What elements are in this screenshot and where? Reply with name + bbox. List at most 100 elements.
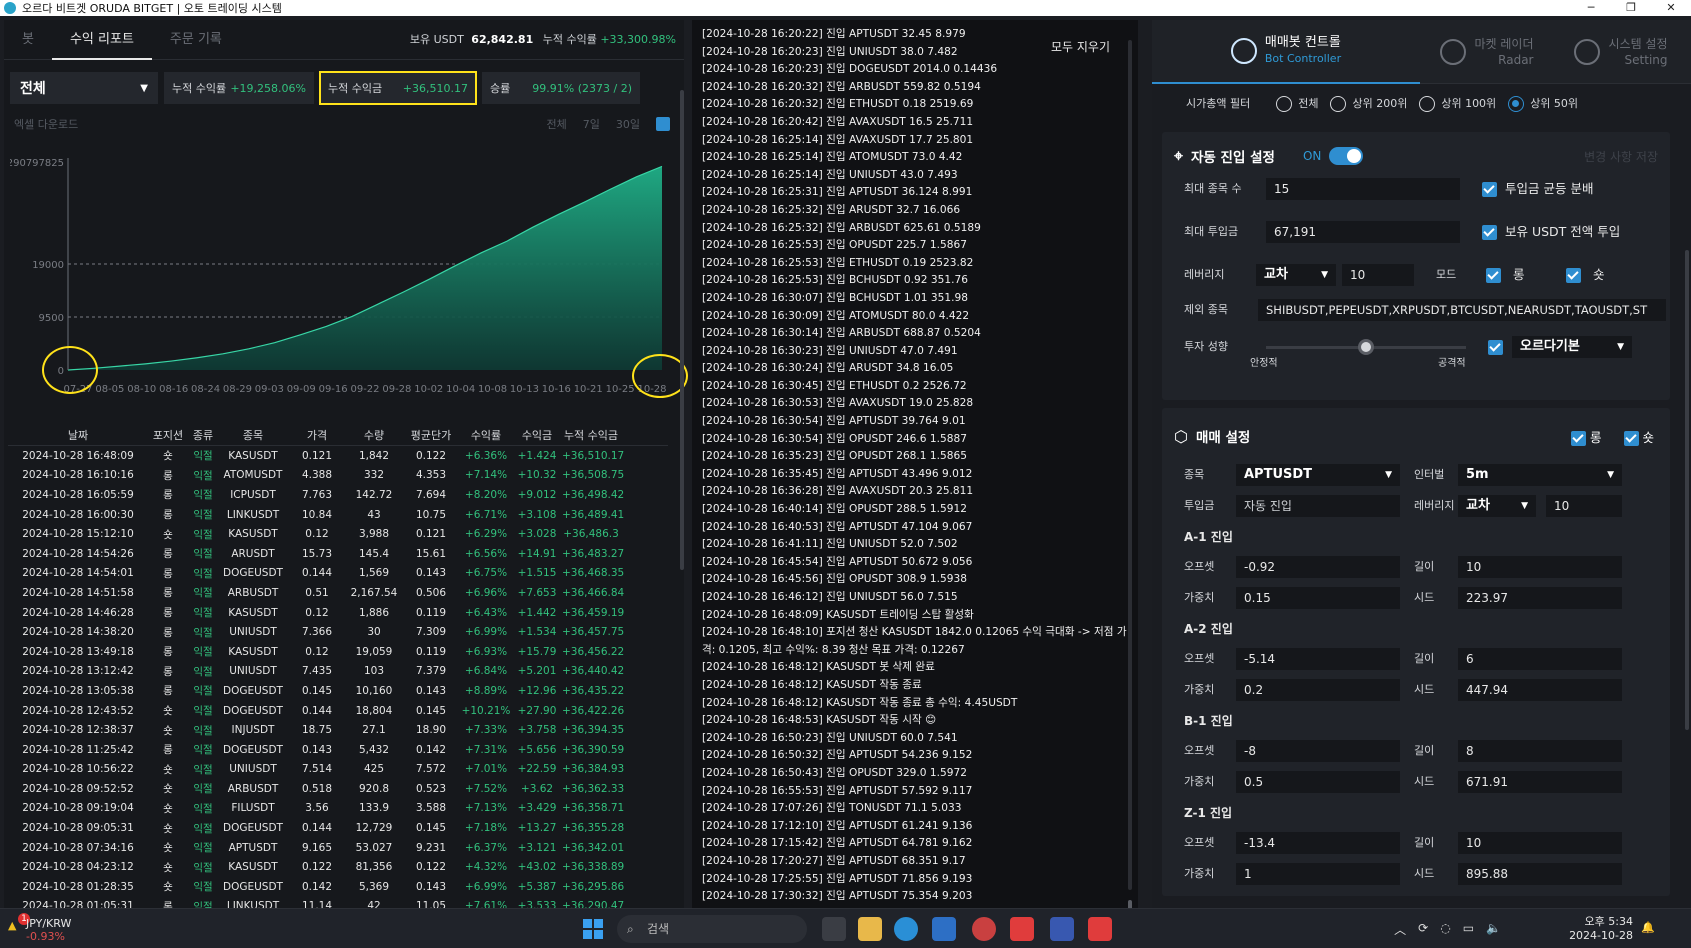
nav-bot-controller[interactable]: 매매봇 컨트롤 Bot Controller	[1152, 20, 1420, 84]
trade-leverage-mode-select[interactable]: 교차 ▼	[1458, 495, 1536, 517]
preset-checkbox[interactable]	[1488, 340, 1503, 355]
column-header[interactable]: 종목	[218, 427, 288, 443]
sync-icon[interactable]: ⟳	[1418, 921, 1428, 938]
app-icon[interactable]	[972, 917, 996, 941]
weight-seed-input-2[interactable]: 447.94	[1458, 679, 1622, 701]
table-row[interactable]: 2024-10-28 14:54:01 롱 익절 DOGEUSDT 0.144 1,569…	[8, 564, 668, 584]
table-row[interactable]: 2024-10-28 07:34:16 숏 익절 APTUSDT 9.165 53.027…	[8, 838, 668, 858]
table-row[interactable]: 2024-10-28 16:05:59 롱 익절 ICPUSDT 7.763 142.72…	[8, 485, 668, 505]
trade-short-checkbox[interactable]: 숏	[1623, 427, 1654, 446]
weight-seed-input[interactable]: 0.15	[1236, 587, 1400, 609]
calendar-icon[interactable]	[656, 117, 670, 131]
windows-start-icon[interactable]	[583, 919, 603, 939]
trading-app-icon[interactable]	[1088, 917, 1112, 941]
exclude-input[interactable]: SHIBUSDT,PEPEUSDT,XRPUSDT,BTCUSDT,NEARUS…	[1258, 299, 1666, 321]
even-split-checkbox[interactable]: 투입금 균등 분배	[1482, 174, 1593, 204]
max-items-input[interactable]: 15	[1266, 178, 1460, 200]
table-row[interactable]: 2024-10-28 09:19:04 숏 익절 FILUSDT 3.56 133.9 3.…	[8, 799, 668, 819]
column-header[interactable]: 수량	[346, 427, 402, 443]
table-row[interactable]: 2024-10-28 15:12:10 숏 익절 KASUSDT 0.12 3,988 0.…	[8, 524, 668, 544]
table-row[interactable]: 2024-10-28 12:38:37 숏 익절 INJUSDT 18.75 27.1 18…	[8, 720, 668, 740]
settings-scrollbar[interactable]	[1685, 250, 1689, 730]
clock[interactable]: 오후 5:34 2024-10-28	[1569, 915, 1633, 943]
filter-option-top50[interactable]: 상위 50위	[1508, 95, 1578, 112]
weight-seed-input-2[interactable]: 895.88	[1458, 863, 1622, 885]
table-row[interactable]: 2024-10-28 14:46:28 롱 익절 KASUSDT 0.12 1,886 0.…	[8, 603, 668, 623]
table-row[interactable]: 2024-10-28 01:28:35 숏 익절 DOGEUSDT 0.142 5,369…	[8, 877, 668, 897]
filter-option-top100[interactable]: 상위 100위	[1419, 95, 1496, 112]
file-explorer-icon[interactable]	[858, 917, 882, 941]
taskbar-search[interactable]: ⌕ 검색	[617, 915, 807, 943]
tab-profit-report[interactable]: 수익 리포트	[51, 20, 152, 60]
table-row[interactable]: 2024-10-28 10:56:22 숏 익절 UNIUSDT 7.514 425 7.5…	[8, 760, 668, 780]
log-scrollbar[interactable]	[1128, 40, 1132, 890]
excel-download-link[interactable]: 엑셀 다운로드	[14, 118, 78, 131]
tab-order-history[interactable]: 주문 기록	[152, 20, 240, 60]
table-row[interactable]: 2024-10-28 14:51:58 롱 익절 ARBUSDT 0.51 2,167.5…	[8, 583, 668, 603]
column-header[interactable]: 수익률	[460, 427, 512, 443]
maximize-icon[interactable]: ❐	[1611, 0, 1651, 16]
trade-leverage-value-input[interactable]: 10	[1546, 495, 1622, 517]
table-row[interactable]: 2024-10-28 16:10:16 롱 익절 ATOMUSDT 4.388 332 4.…	[8, 466, 668, 486]
weight-seed-input-2[interactable]: 223.97	[1458, 587, 1622, 609]
offset-length-input[interactable]: -0.92	[1236, 556, 1400, 578]
symbol-filter-dropdown[interactable]: 전체 ▼	[10, 72, 158, 104]
table-row[interactable]: 2024-10-28 11:25:42 롱 익절 DOGEUSDT 0.143 5,432…	[8, 740, 668, 760]
nav-setting[interactable]: 시스템 설정 Setting	[1554, 20, 1688, 84]
ticker-widget[interactable]: JPY/KRW -0.93%	[26, 917, 71, 943]
edge-browser-icon[interactable]	[894, 917, 918, 941]
column-header[interactable]: 평균단가	[402, 427, 460, 443]
table-row[interactable]: 2024-10-28 13:49:18 롱 익절 KASUSDT 0.12 19,059 0…	[8, 642, 668, 662]
table-row[interactable]: 2024-10-28 09:52:52 숏 익절 ARBUSDT 0.518 920.8 0…	[8, 779, 668, 799]
offset-length-input-2[interactable]: 8	[1458, 740, 1622, 762]
offset-length-input-2[interactable]: 6	[1458, 648, 1622, 670]
column-header[interactable]: 수익금	[512, 427, 562, 443]
table-row[interactable]: 2024-10-28 14:54:26 롱 익절 ARUSDT 15.73 145.4 15…	[8, 544, 668, 564]
display-icon[interactable]: ▭	[1463, 921, 1474, 938]
trading-app-icon[interactable]	[1010, 917, 1034, 941]
short-checkbox[interactable]: 숏	[1566, 260, 1605, 290]
close-icon[interactable]: ✕	[1651, 0, 1691, 16]
offset-length-input[interactable]: -13.4	[1236, 832, 1400, 854]
symbol-select[interactable]: APTUSDT ▼	[1236, 464, 1400, 486]
nav-radar[interactable]: 마켓 레이더 Radar	[1420, 20, 1554, 84]
offset-length-input[interactable]: -5.14	[1236, 648, 1400, 670]
minimize-icon[interactable]: ─	[1571, 0, 1611, 16]
offset-length-input-2[interactable]: 10	[1458, 556, 1622, 578]
offset-length-input[interactable]: -8	[1236, 740, 1400, 762]
table-row[interactable]: 2024-10-28 12:43:52 숏 익절 DOGEUSDT 0.144 18,80…	[8, 701, 668, 721]
volume-icon[interactable]: 🔈	[1486, 921, 1501, 938]
interval-select[interactable]: 5m ▼	[1458, 464, 1622, 486]
tendency-slider-knob[interactable]	[1358, 339, 1374, 355]
weight-seed-input[interactable]: 0.2	[1236, 679, 1400, 701]
bell-icon[interactable]: 🔔	[1641, 921, 1655, 934]
invest-input[interactable]: 자동 진입	[1236, 495, 1400, 517]
weight-seed-input[interactable]: 0.5	[1236, 771, 1400, 793]
leverage-value-input[interactable]: 10	[1342, 264, 1414, 286]
table-row[interactable]: 2024-10-28 09:05:31 숏 익절 DOGEUSDT 0.144 12,72…	[8, 818, 668, 838]
leverage-mode-select[interactable]: 교차 ▼	[1256, 264, 1336, 286]
table-row[interactable]: 2024-10-28 04:23:12 숏 익절 KASUSDT 0.122 81,356…	[8, 857, 668, 877]
app-icon[interactable]	[1050, 917, 1074, 941]
preset-select[interactable]: 오르다기본 ▼	[1512, 336, 1632, 358]
column-header[interactable]: 날짜	[8, 427, 148, 443]
column-header[interactable]: 포지션	[148, 427, 188, 443]
tab-bot[interactable]: 봇	[4, 20, 52, 60]
table-row[interactable]: 2024-10-28 13:05:38 롱 익절 DOGEUSDT 0.145 10,16…	[8, 681, 668, 701]
filter-option-top200[interactable]: 상위 200위	[1330, 95, 1407, 112]
column-header[interactable]: 누적 수익금	[562, 427, 620, 443]
table-row[interactable]: 2024-10-28 14:38:20 롱 익절 UNIUSDT 7.366 30 7.30…	[8, 622, 668, 642]
chevron-up-icon[interactable]: ︿	[1394, 921, 1406, 938]
filter-option-all[interactable]: 전체	[1276, 95, 1318, 112]
task-view-icon[interactable]	[822, 917, 846, 941]
column-header[interactable]: 종류	[188, 427, 218, 443]
clear-all-button[interactable]: 모두 지우기	[1046, 36, 1114, 57]
trade-long-checkbox[interactable]: 롱	[1571, 427, 1602, 446]
network-icon[interactable]: ◌	[1440, 921, 1450, 938]
column-header[interactable]: 가격	[288, 427, 346, 443]
range-30d[interactable]: 30일	[616, 116, 640, 132]
auto-entry-toggle[interactable]	[1329, 147, 1364, 165]
store-icon[interactable]	[932, 917, 956, 941]
range-7d[interactable]: 7일	[583, 116, 600, 132]
table-row[interactable]: 2024-10-28 16:48:09 숏 익절 KASUSDT 0.121 1,842 0…	[8, 446, 668, 466]
